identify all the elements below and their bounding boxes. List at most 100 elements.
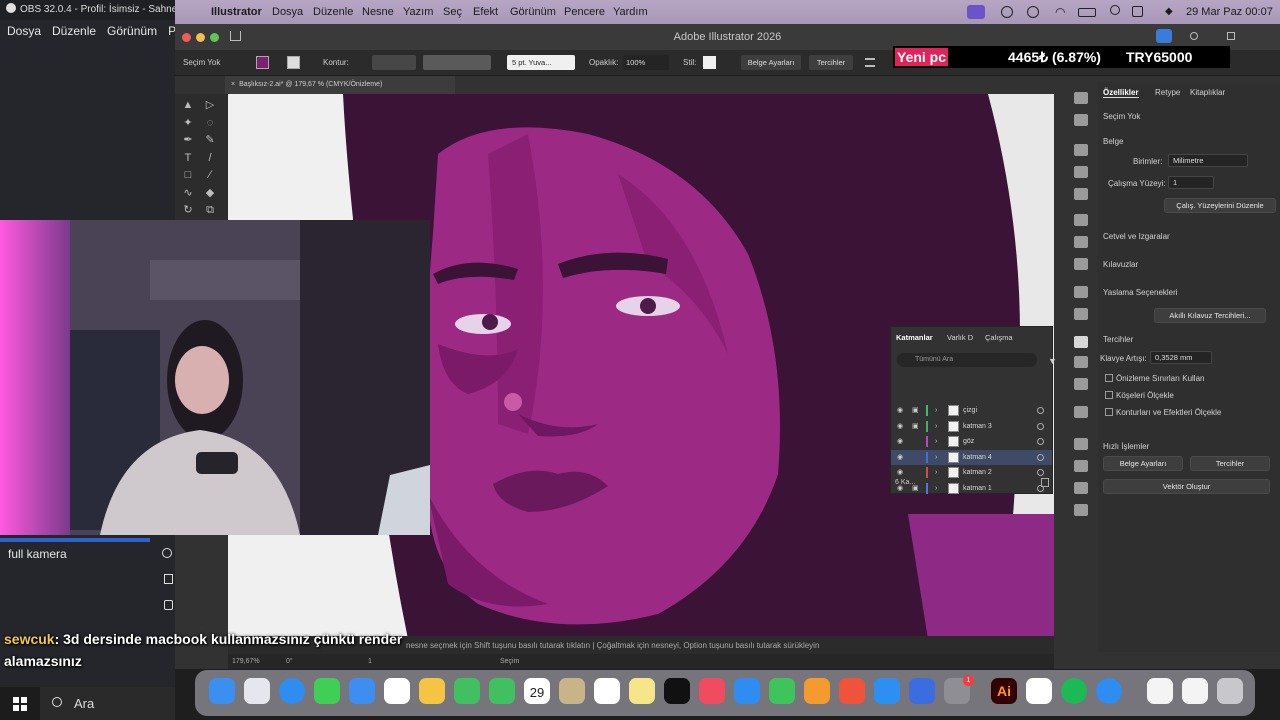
lock-icon[interactable]: ▣: [912, 419, 919, 434]
safari-icon[interactable]: [279, 678, 305, 704]
iphone-mirroring-icon[interactable]: [909, 678, 935, 704]
control-center-icon[interactable]: [1132, 6, 1143, 17]
tab-libraries[interactable]: Kitaplıklar: [1190, 88, 1225, 97]
menu-window[interactable]: Pencere: [564, 0, 605, 24]
transparency-panel-icon[interactable]: [1074, 258, 1088, 270]
document-tab[interactable]: × Başlıksız-2.ai* @ 179,67 % (CMYK/Önizle…: [225, 76, 455, 94]
windows-start-icon[interactable]: [13, 697, 27, 711]
pen-tool-icon[interactable]: ✒: [182, 134, 194, 146]
layer-search-input[interactable]: Tümünü Ara: [897, 353, 1037, 367]
music-icon[interactable]: [699, 678, 725, 704]
graphic-style-swatch[interactable]: [703, 56, 716, 69]
menu-effect[interactable]: Efekt: [473, 0, 498, 24]
zoom-window-button[interactable]: [210, 33, 219, 42]
eraser-tool-icon[interactable]: ◆: [204, 187, 216, 199]
obs-menu-profile[interactable]: P: [168, 24, 175, 38]
discover-icon[interactable]: [1190, 32, 1198, 40]
gradient-panel-icon[interactable]: [1074, 236, 1088, 248]
comments-panel-icon[interactable]: [1074, 406, 1088, 418]
calendar-icon[interactable]: 29: [524, 678, 550, 704]
notes-icon[interactable]: [629, 678, 655, 704]
numbers-icon[interactable]: [769, 678, 795, 704]
align-panel-icon[interactable]: [1074, 460, 1088, 472]
shaper-tool-icon[interactable]: ∿: [182, 187, 194, 199]
minimize-window-button[interactable]: [196, 33, 205, 42]
links-panel-icon[interactable]: [1074, 378, 1088, 390]
visibility-eye-icon[interactable]: ◉: [897, 434, 903, 449]
downloads-folder-icon[interactable]: [1182, 678, 1208, 704]
tab-properties[interactable]: Özellikler: [1103, 88, 1139, 98]
keynote-icon[interactable]: [734, 678, 760, 704]
variable-width-profile[interactable]: [423, 55, 491, 70]
menu-edit[interactable]: Düzenle: [313, 0, 353, 24]
obs-camera-icon[interactable]: [164, 574, 173, 584]
quick-doc-setup-button[interactable]: Belge Ayarları: [1103, 456, 1183, 471]
menu-select[interactable]: Seç: [443, 0, 462, 24]
safari-alt-icon[interactable]: [1096, 678, 1122, 704]
messages-icon[interactable]: [314, 678, 340, 704]
share-icon[interactable]: [1156, 29, 1172, 43]
filter-icon[interactable]: ▼: [1048, 356, 1057, 366]
opacity-field[interactable]: 100%: [623, 55, 669, 70]
target-circle-icon[interactable]: [1037, 453, 1044, 461]
menu-view[interactable]: Görünüm: [510, 0, 556, 24]
stroke-panel-icon[interactable]: [1074, 214, 1088, 226]
wifi-icon[interactable]: ◠: [1055, 4, 1065, 20]
illustrator-icon[interactable]: Ai: [991, 678, 1017, 704]
expand-chevron-icon[interactable]: ›: [935, 465, 937, 480]
target-circle-icon[interactable]: [1037, 438, 1044, 445]
magic-wand-icon[interactable]: ✦: [182, 117, 194, 129]
keyboard-increment-field[interactable]: 0,3528 mm: [1150, 351, 1212, 364]
contacts-icon[interactable]: [559, 678, 585, 704]
obs-filter-icon[interactable]: [164, 600, 173, 610]
menu-help[interactable]: Yardım: [613, 0, 648, 24]
tab-retype[interactable]: Retype: [1155, 88, 1180, 97]
phone-icon[interactable]: [489, 678, 515, 704]
siri-icon[interactable]: ◆: [1165, 0, 1173, 24]
close-tab-icon[interactable]: ×: [231, 81, 235, 88]
mail-icon[interactable]: [349, 678, 375, 704]
expand-chevron-icon[interactable]: ›: [935, 450, 937, 465]
curvature-tool-icon[interactable]: ✎: [204, 134, 216, 146]
prefs-button[interactable]: Tercihler: [809, 55, 853, 70]
spotify-icon[interactable]: [1061, 678, 1087, 704]
create-vector-button[interactable]: Vektör Oluştur: [1103, 479, 1270, 494]
search-icon[interactable]: [1110, 5, 1120, 15]
visibility-eye-icon[interactable]: ◉: [897, 450, 903, 465]
menubar-clock[interactable]: 29 Mar Paz 00:07: [1186, 0, 1273, 24]
obs-menu-view[interactable]: Görünüm: [107, 24, 157, 38]
battery-icon[interactable]: [1078, 8, 1096, 17]
expand-chevron-icon[interactable]: ›: [935, 403, 937, 418]
quick-prefs-button[interactable]: Tercihler: [1190, 456, 1270, 471]
menu-file[interactable]: Dosya: [272, 0, 303, 24]
home-icon[interactable]: [230, 31, 241, 41]
photos-icon[interactable]: [419, 678, 445, 704]
obs-menu-edit[interactable]: Düzenle: [52, 24, 96, 38]
target-circle-icon[interactable]: [1037, 407, 1044, 414]
units-dropdown[interactable]: Milimetre: [1168, 154, 1248, 167]
scale-corners-checkbox[interactable]: Köşeleri Ölçekle: [1105, 391, 1174, 400]
direct-selection-tool-icon[interactable]: ▷: [204, 99, 216, 111]
fill-swatch[interactable]: [256, 56, 269, 69]
visibility-eye-icon[interactable]: ◉: [897, 419, 903, 434]
expand-chevron-icon[interactable]: ›: [935, 481, 937, 496]
expand-chevron-icon[interactable]: ›: [935, 434, 937, 449]
visibility-eye-icon[interactable]: ◉: [897, 465, 903, 480]
vpn-icon[interactable]: [1026, 678, 1052, 704]
transform-panel-icon[interactable]: [1074, 438, 1088, 450]
settings-sync-icon[interactable]: [1001, 6, 1013, 18]
target-circle-icon[interactable]: [1037, 469, 1044, 476]
close-window-button[interactable]: [182, 33, 191, 42]
tab-artboards[interactable]: Çalışma: [985, 333, 1013, 342]
edit-artboards-button[interactable]: Çalış. Yüzeylerini Düzenle: [1164, 198, 1276, 213]
smart-guides-button[interactable]: Akıllı Kılavuz Tercihleri...: [1154, 308, 1266, 323]
layer-row[interactable]: ◉ ▣ › katman 3: [891, 419, 1052, 435]
artboard-dropdown[interactable]: 1: [1168, 176, 1214, 189]
layer-row[interactable]: ◉ › göz: [891, 434, 1052, 450]
libraries-panel-icon[interactable]: [1074, 114, 1088, 126]
rocket-app-icon[interactable]: [839, 678, 865, 704]
launchpad-icon[interactable]: [244, 678, 270, 704]
paintbrush-tool-icon[interactable]: ∕: [204, 169, 216, 181]
facetime-icon[interactable]: [454, 678, 480, 704]
preview-bounds-checkbox[interactable]: Önizleme Sınırları Kullan: [1105, 374, 1204, 383]
